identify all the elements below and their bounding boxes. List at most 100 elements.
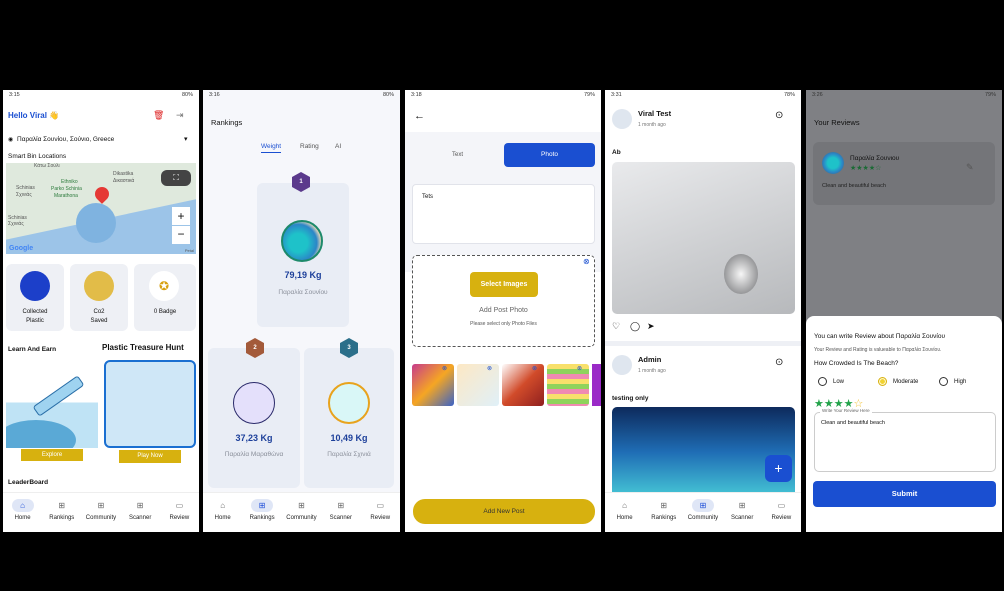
option-moderate[interactable]: Moderate [878,377,918,386]
comment-icon[interactable]: ◯ [630,321,640,332]
thumb-3[interactable] [502,364,544,406]
review-beach-name: Παραλία Σουνιου [850,155,900,162]
learn-earn-title: Learn And Earn [8,346,57,353]
tab-text[interactable]: Text [452,152,463,158]
google-logo: Google [9,245,34,252]
nav-review[interactable]: ▭ Review [161,499,197,521]
tab-ai[interactable]: AI [335,143,341,150]
post-image[interactable] [612,162,795,314]
review-field-label: Write Your Review Here [820,408,872,413]
review-card[interactable] [813,142,995,205]
play-now-button[interactable]: Play Now [119,450,181,463]
thumb-2[interactable] [457,364,499,406]
post-text-input[interactable] [412,184,595,244]
bottom-nav: ⌂ Home ⊞ Rankings ⊞ Community ⊞ Scanner ▭ Rev… [3,492,199,532]
zoom-in-button[interactable]: + [172,207,190,225]
map-marker-icon[interactable] [92,184,112,204]
nav-scanner[interactable]: ⊞ Scanner [724,499,760,521]
status-battery: 80% [382,92,394,98]
nav-review[interactable]: ▭ Review [362,499,398,521]
delete-icon[interactable]: 🗑 [153,110,164,121]
rank-value-third: 10,49 Kg [330,433,368,443]
beach-avatar [281,220,323,262]
back-arrow-icon[interactable]: ← [414,110,425,122]
radio-high[interactable] [939,377,948,386]
option-high[interactable]: High [939,377,966,386]
explore-button[interactable]: Explore [21,449,83,461]
map-label: Dikastika [113,171,134,177]
nav-label: Home [14,515,31,521]
map[interactable]: Κάτω Σούλι Dikastika Δικαστικά Schinias … [6,163,196,254]
nav-review[interactable]: ▭ Review [763,499,799,521]
status-battery: 78% [783,92,795,98]
fullscreen-button[interactable]: ⛶ [161,170,191,186]
rank-circle-second [233,382,275,424]
map-coast [76,203,116,243]
grid-icon: ⊞ [660,501,668,510]
post-caption: Ab [612,149,621,156]
more-options-icon[interactable]: ⊙ [775,110,783,121]
remove-thumb-icon[interactable]: ⊗ [487,365,492,372]
nav-home[interactable]: ⌂ Home [5,499,41,521]
status-time: 3:16 [209,92,220,98]
nav-rankings[interactable]: ⊞ Rankings [646,499,682,521]
status-battery: 80% [181,92,193,98]
thumb-4[interactable] [547,364,589,406]
like-icon[interactable]: ♡ [612,321,620,332]
post-image[interactable] [612,407,795,497]
map-label: Parko Schinia [51,186,82,192]
nav-scanner[interactable]: ⊞ Scanner [323,499,359,521]
map-label: Κάτω Σούλι [34,163,60,169]
more-options-icon[interactable]: ⊙ [775,357,783,368]
radio-moderate[interactable] [878,377,887,386]
sheet-title: You can write Review about Παραλία Σουνί… [814,333,945,340]
status-battery: 79% [583,92,595,98]
remove-thumb-icon[interactable]: ⊗ [442,365,447,372]
nav-label: Review [169,515,190,521]
nav-home[interactable]: ⌂ Home [607,499,643,521]
radio-low[interactable] [818,377,827,386]
rank-value-second: 37,23 Kg [235,433,273,443]
submit-button[interactable]: Submit [813,481,996,507]
post-time: 1 month ago [638,122,666,128]
post-author: Viral Test [638,109,672,118]
option-low[interactable]: Low [818,377,844,386]
share-icon[interactable]: ➤ [647,321,655,332]
greeting: Hello Viral 👋 [8,111,60,120]
grid-icon: ⊞ [691,499,714,512]
remove-thumb-icon[interactable]: ⊗ [577,365,582,372]
thumb-5[interactable] [592,364,601,406]
thumb-1[interactable] [412,364,454,406]
nav-community[interactable]: ⊞ Community [283,499,319,521]
close-circle-icon[interactable]: ⊗ [583,257,590,266]
nav-home[interactable]: ⌂ Home [205,499,241,521]
chevron-down-icon[interactable]: ▾ [184,135,188,143]
nav-community[interactable]: ⊞ Community [685,499,721,521]
add-new-post-button[interactable]: Add New Post [413,499,595,524]
rank-name-third: Παραλία Σχινιά [327,451,371,458]
tab-photo[interactable]: Photo [504,143,595,167]
edit-icon[interactable]: ✎ [966,162,974,173]
nav-scanner[interactable]: ⊞ Scanner [122,499,158,521]
tab-weight[interactable]: Weight [261,143,282,153]
option-label: Low [833,379,845,386]
map-label: Σχινιάς [8,221,24,227]
nav-label: Rankings [249,515,275,521]
nav-rankings[interactable]: ⊞ Rankings [244,499,280,521]
nav-community[interactable]: ⊞ Community [83,499,119,521]
add-post-fab[interactable]: + [765,455,792,482]
select-images-button[interactable]: Select Images [470,272,538,297]
map-label: Schinias [16,185,35,191]
photo-dropzone[interactable] [412,255,595,347]
location-select[interactable]: Παραλία Σουνίου, Σούνιο, Greece [17,136,114,143]
nav-rankings[interactable]: ⊞ Rankings [44,499,80,521]
status-battery: 79% [984,92,996,98]
avatar [612,109,632,129]
tab-rating[interactable]: Rating [300,143,319,150]
nav-label: Scanner [329,515,353,521]
logout-icon[interactable]: ⇥ [176,110,184,121]
remove-thumb-icon[interactable]: ⊗ [532,365,537,372]
rank-circle-third [328,382,370,424]
zoom-out-button[interactable]: − [172,226,190,244]
chat-icon: ▭ [777,501,786,510]
